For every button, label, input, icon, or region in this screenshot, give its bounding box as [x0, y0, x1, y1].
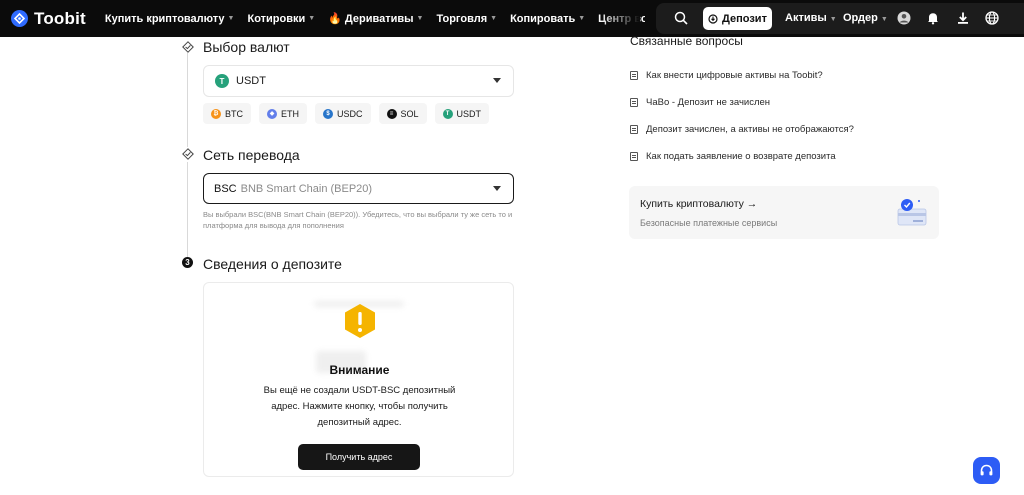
chevron-down-icon: ▼ [490, 15, 498, 22]
warning-icon [343, 303, 377, 339]
assets-label: Активы [785, 12, 827, 24]
nav-label: Копировать [510, 12, 576, 25]
faq-label: Как внести цифровые активы на Toobit? [646, 70, 823, 81]
step-connector [187, 52, 188, 148]
headset-icon [980, 464, 993, 476]
usdc-coin-icon: $ [323, 108, 333, 119]
network-name: BNB Smart Chain (BEP20) [240, 182, 373, 195]
orders-label: Ордер [843, 12, 878, 24]
deposit-label: Депозит [722, 12, 767, 25]
chevron-down-icon: ▼ [227, 15, 235, 22]
chip-label: USDT [456, 108, 482, 119]
warning-message: Вы ещё не создали USDT-BSC депозитный ад… [263, 385, 456, 428]
faq-link[interactable]: Депозит зачислен, а активы не отображают… [630, 124, 854, 135]
related-questions-title: Связанные вопросы [630, 34, 743, 48]
usdt-coin-icon: T [442, 108, 453, 119]
chip-label: ETH [281, 108, 299, 119]
nav-label: Торговля [436, 12, 488, 25]
chevron-down-icon: ▼ [829, 16, 837, 23]
chip-label: BTC [225, 108, 243, 119]
nav-derivatives[interactable]: 🔥 Деривативы ▼ [328, 12, 424, 26]
document-icon [630, 71, 638, 80]
top-navbar: Toobit Купить криптовалюту ▼ Котировки ▼ 🔥… [0, 0, 1024, 37]
document-icon [630, 152, 638, 161]
chip-label: SOL [400, 108, 419, 119]
main-nav: Купить криптовалюту ▼ Котировки ▼ 🔥 Дериват… [105, 0, 645, 37]
warning-title: Внимание [329, 363, 390, 377]
quick-coin-usdt[interactable]: T USDT [434, 103, 490, 124]
assets-menu[interactable]: Активы ▼ [785, 12, 837, 24]
quick-coin-eth[interactable]: ◆ ETH [259, 103, 307, 124]
quick-coin-usdc[interactable]: $ USDC [315, 103, 371, 124]
nav-trade[interactable]: Торговля ▼ [436, 13, 497, 25]
nav-label: Котировки [247, 12, 306, 25]
step-done-check-icon [181, 147, 194, 160]
eth-coin-icon: ◆ [267, 108, 277, 119]
step-done-check-icon [181, 40, 194, 53]
nav-label: Деривативы [344, 12, 414, 25]
payment-card-icon [895, 196, 929, 228]
support-chat-button[interactable] [973, 457, 1000, 484]
chevron-down-icon: ▼ [308, 15, 316, 22]
nav-buy-crypto[interactable]: Купить криптовалюту ▼ [105, 13, 235, 25]
step-number-badge: 3 [182, 257, 193, 268]
brand-name: Toobit [34, 8, 86, 28]
user-avatar-icon[interactable] [897, 11, 911, 25]
globe-icon[interactable] [985, 11, 999, 25]
faq-link[interactable]: ЧаВо - Депозит не зачислен [630, 97, 770, 108]
document-icon [630, 98, 638, 107]
nav-copy[interactable]: Копировать ▼ [510, 13, 585, 25]
btc-coin-icon: ₿ [211, 108, 221, 119]
deposit-button[interactable]: Депозит [703, 7, 772, 30]
bell-icon[interactable] [926, 11, 940, 25]
nav-label: Купить криптовалюту [104, 12, 225, 25]
faq-link[interactable]: Как подать заявление о возврате депозита [630, 151, 836, 162]
promo-title: Купить криптовалюту → [640, 198, 758, 210]
chevron-down-icon: ▼ [880, 16, 888, 23]
buy-crypto-promo-card[interactable]: Купить криптовалюту → Безопасные платежн… [629, 186, 939, 239]
network-code: BSC [214, 182, 237, 195]
network-select[interactable]: BSC BNB Smart Chain (BEP20) [203, 173, 514, 204]
faq-label: ЧаВо - Депозит не зачислен [646, 97, 771, 108]
toobit-logo-icon [11, 10, 28, 27]
step-connector [187, 162, 188, 257]
chevron-down-icon [493, 185, 501, 191]
chevron-down-icon: ▼ [578, 15, 586, 22]
nav-markets[interactable]: Котировки ▼ [247, 13, 315, 25]
faq-label: Как подать заявление о возврате депозита [646, 151, 836, 162]
step-title-details: Сведения о депозите [203, 256, 342, 272]
quick-coin-list: ₿ BTC ◆ ETH $ USDC ≡ SOL T USDT [203, 103, 497, 124]
brand-logo[interactable]: Toobit [11, 9, 86, 29]
chevron-down-icon [493, 78, 501, 83]
sol-coin-icon: ≡ [386, 108, 397, 119]
currency-select[interactable]: T USDT [203, 65, 514, 97]
download-icon[interactable] [956, 11, 970, 25]
deposit-details-card: Внимание Вы ещё не создали USDT-BSC депо… [203, 282, 514, 477]
header-actions: Депозит Активы ▼ Ордер ▼ [656, 3, 1024, 34]
search-icon[interactable] [674, 11, 688, 25]
document-icon [630, 125, 638, 134]
usdt-coin-icon: T [215, 74, 229, 88]
faq-label: Депозит зачислен, а активы не отображают… [646, 124, 854, 135]
fire-icon: 🔥 [328, 13, 342, 25]
step-title-network: Сеть перевода [203, 147, 300, 163]
quick-coin-sol[interactable]: ≡ SOL [378, 103, 427, 124]
get-address-button[interactable]: Получить адрес [298, 444, 420, 470]
promo-subtitle: Безопасные платежные сервисы [640, 218, 778, 228]
chip-label: USDC [337, 108, 363, 119]
currency-select-value: USDT [236, 75, 266, 87]
network-hint: Вы выбрали BSC(BNB Smart Chain (BEP20)).… [203, 210, 513, 230]
quick-coin-btc[interactable]: ₿ BTC [203, 103, 251, 124]
deposit-icon [708, 13, 718, 24]
chevron-down-icon: ▼ [416, 15, 424, 22]
step-title-currency: Выбор валют [203, 39, 290, 55]
nav-fade [600, 0, 640, 37]
orders-menu[interactable]: Ордер ▼ [843, 12, 888, 24]
faq-link[interactable]: Как внести цифровые активы на Toobit? [630, 70, 823, 81]
